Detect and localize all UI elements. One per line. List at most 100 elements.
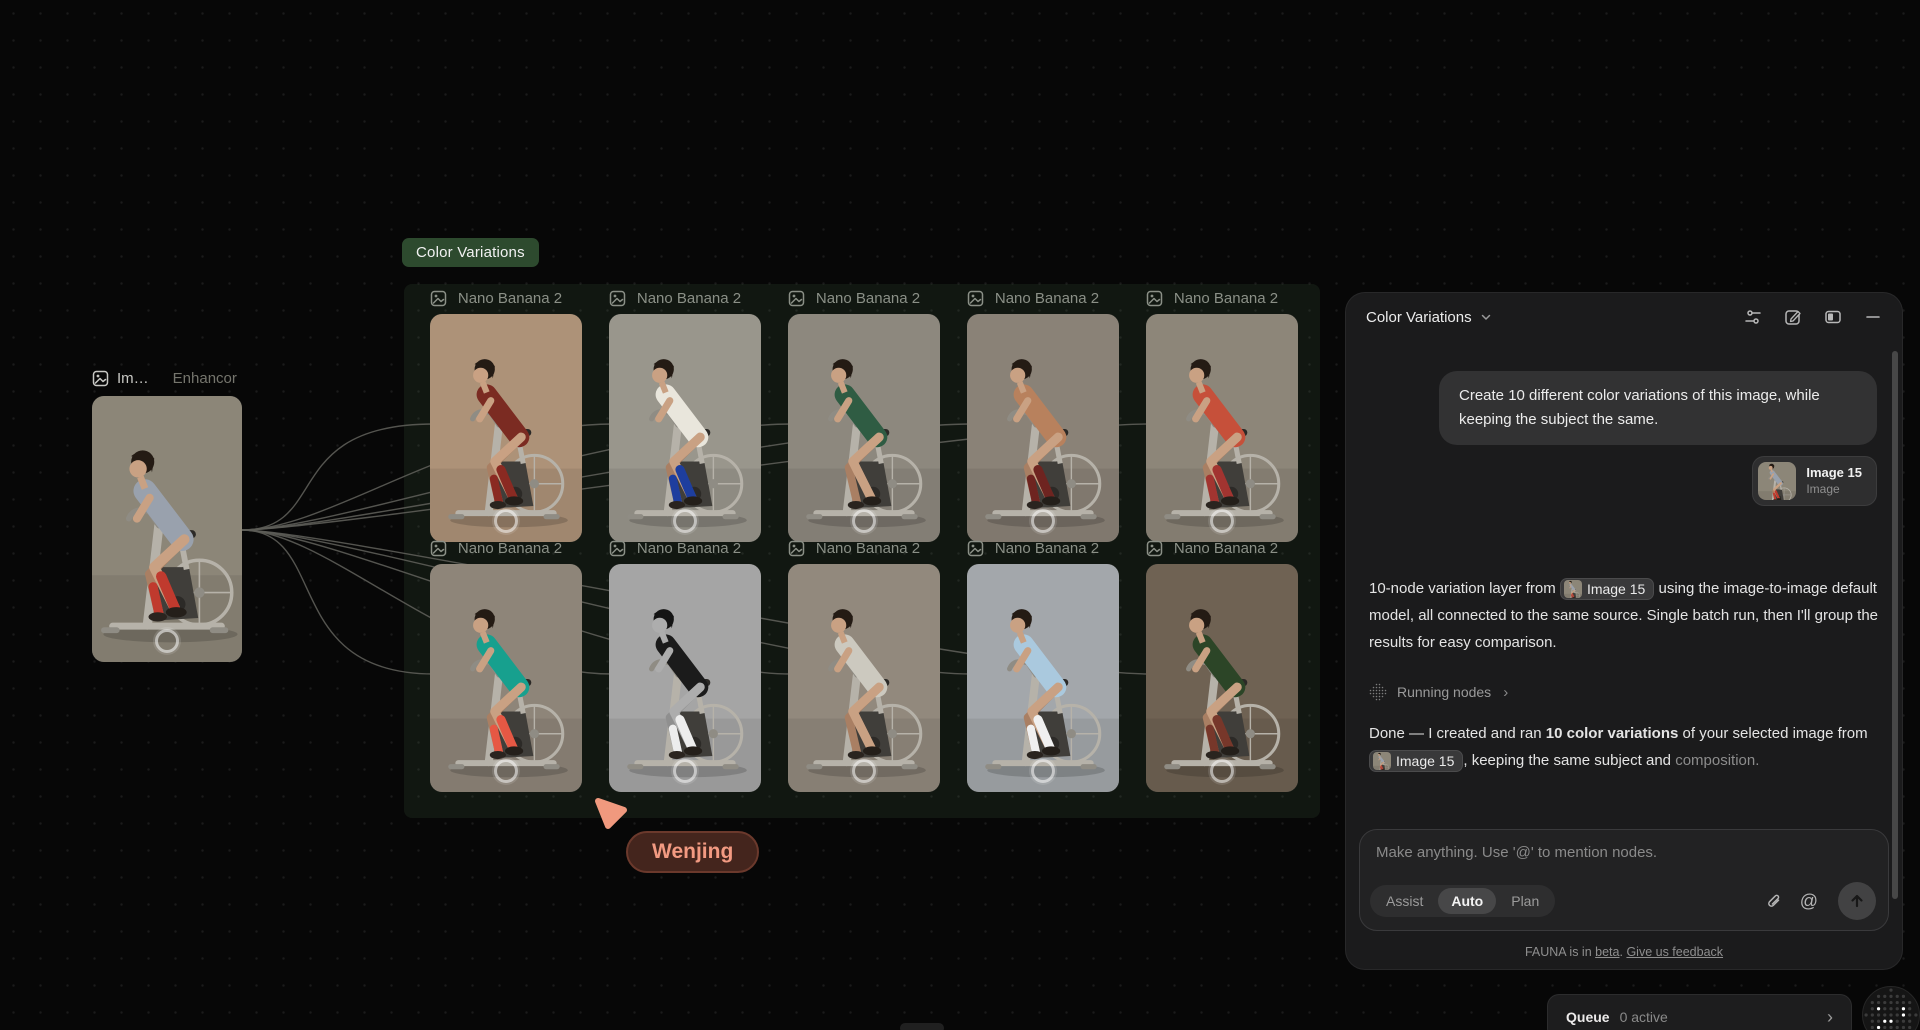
node-header: Nano Banana 2 — [430, 536, 582, 560]
loading-ring — [1031, 759, 1055, 783]
attach-file-icon[interactable] — [1765, 892, 1784, 911]
image-icon — [92, 370, 109, 387]
loading-ring — [1210, 759, 1234, 783]
assistant-message-1: 10-node variation layer from Image 15 us… — [1369, 575, 1889, 656]
source-node-image[interactable] — [92, 396, 242, 662]
image-reference-chip[interactable]: Image 15 — [1369, 750, 1463, 772]
running-nodes-label: Running nodes — [1397, 684, 1491, 700]
generation-node[interactable]: Nano Banana 2 — [1146, 536, 1298, 792]
mode-auto[interactable]: Auto — [1438, 888, 1496, 914]
image-icon — [1146, 290, 1163, 307]
node-image[interactable] — [788, 314, 940, 542]
new-chat-icon[interactable] — [1784, 308, 1802, 326]
peer-node-title: Enhancor — [173, 370, 237, 387]
generation-node[interactable]: Nano Banana 2 — [1146, 286, 1298, 542]
generation-node[interactable]: Nano Banana 2 — [609, 286, 761, 542]
group-label: Color Variations — [416, 244, 525, 261]
node-image[interactable] — [788, 564, 940, 792]
node-header: Nano Banana 2 — [788, 286, 940, 310]
loading-ring — [494, 759, 518, 783]
generation-node[interactable]: Nano Banana 2 — [788, 536, 940, 792]
queue-bar[interactable]: Queue 0 active › — [1547, 994, 1852, 1030]
image-icon — [609, 540, 626, 557]
toggle-sidebar-icon[interactable] — [1824, 308, 1842, 326]
chevron-right-icon: › — [1503, 684, 1508, 701]
spinner-icon — [1369, 683, 1387, 701]
attachment-title: Image 15 — [1806, 464, 1862, 481]
mode-segmented-control: Assist Auto Plan — [1370, 885, 1555, 917]
node-header: Nano Banana 2 — [1146, 286, 1298, 310]
image-icon — [788, 290, 805, 307]
minimize-icon[interactable] — [1864, 308, 1882, 326]
loading-ring — [155, 629, 179, 653]
node-image[interactable] — [1146, 564, 1298, 792]
collaborator-cursor-icon — [594, 797, 628, 831]
workflow-settings-icon[interactable] — [1744, 308, 1762, 326]
node-image[interactable] — [967, 564, 1119, 792]
generation-node[interactable]: Nano Banana 2 — [967, 536, 1119, 792]
loading-ring — [852, 759, 876, 783]
beta-link[interactable]: beta — [1595, 945, 1619, 959]
chat-input[interactable]: Make anything. Use '@' to mention nodes.… — [1359, 829, 1889, 931]
running-nodes-status[interactable]: Running nodes › — [1369, 683, 1508, 701]
node-image[interactable] — [430, 314, 582, 542]
group-label-badge[interactable]: Color Variations — [402, 238, 539, 267]
generation-node[interactable]: Nano Banana 2 — [430, 536, 582, 792]
panel-scrollbar[interactable] — [1892, 351, 1898, 899]
panel-footer: FAUNA is in beta. Give us feedback — [1346, 945, 1902, 959]
node-title: Nano Banana 2 — [1171, 540, 1298, 557]
chip-thumbnail — [1373, 752, 1391, 770]
node-header: Nano Banana 2 — [430, 286, 582, 310]
node-image[interactable] — [1146, 314, 1298, 542]
chevron-down-icon[interactable] — [1480, 311, 1492, 323]
send-button[interactable] — [1838, 882, 1876, 920]
node-image[interactable] — [430, 564, 582, 792]
feedback-link[interactable]: Give us feedback — [1626, 945, 1723, 959]
chip-thumbnail — [1564, 580, 1582, 598]
node-header: Nano Banana 2 — [609, 536, 761, 560]
loading-ring — [494, 509, 518, 533]
attached-image-chip[interactable]: Image 15 Image — [1752, 456, 1877, 506]
node-title: Nano Banana 2 — [634, 290, 761, 307]
panel-actions — [1744, 308, 1882, 326]
node-image[interactable] — [609, 314, 761, 542]
loading-ring — [1031, 509, 1055, 533]
node-title: Nano Banana 2 — [992, 540, 1119, 557]
collaborator-name: Wenjing — [652, 840, 733, 863]
node-header: Nano Banana 2 — [967, 286, 1119, 310]
fauna-canvas-app: Color Variations Im… Enhancor — [0, 0, 1920, 1030]
chat-input-placeholder: Make anything. Use '@' to mention nodes. — [1376, 844, 1874, 861]
loading-ring — [852, 509, 876, 533]
image-reference-chip[interactable]: Image 15 — [1560, 578, 1654, 600]
node-header: Nano Banana 2 — [967, 536, 1119, 560]
minimap-dots-button[interactable] — [1862, 986, 1920, 1030]
generation-node[interactable]: Nano Banana 2 — [967, 286, 1119, 542]
generation-node[interactable]: Nano Banana 2 — [788, 286, 940, 542]
bottom-edge-sliver — [900, 1023, 944, 1030]
loading-ring — [1210, 509, 1234, 533]
chat-panel: Color Variations Create 1 — [1345, 292, 1903, 970]
queue-label: Queue — [1566, 1009, 1610, 1025]
node-title: Nano Banana 2 — [992, 290, 1119, 307]
generation-node[interactable]: Nano Banana 2 — [430, 286, 582, 542]
chevron-right-icon: › — [1827, 1007, 1833, 1028]
mode-assist[interactable]: Assist — [1373, 888, 1436, 914]
node-image[interactable] — [609, 564, 761, 792]
mode-plan[interactable]: Plan — [1498, 888, 1552, 914]
image-icon — [430, 540, 447, 557]
node-image[interactable] — [967, 314, 1119, 542]
mention-icon[interactable]: @ — [1800, 892, 1818, 911]
loading-ring — [673, 509, 697, 533]
node-title: Nano Banana 2 — [634, 540, 761, 557]
node-header: Nano Banana 2 — [788, 536, 940, 560]
collaborator-name-badge: Wenjing — [626, 831, 759, 873]
source-node-header: Im… Enhancor — [92, 366, 242, 390]
image-icon — [1146, 540, 1163, 557]
image-icon — [609, 290, 626, 307]
source-image-node[interactable]: Im… Enhancor — [92, 366, 242, 662]
generation-node[interactable]: Nano Banana 2 — [609, 536, 761, 792]
chat-panel-header: Color Variations — [1346, 293, 1902, 341]
attachment-subtitle: Image — [1806, 481, 1862, 498]
image-icon — [967, 290, 984, 307]
node-header: Nano Banana 2 — [1146, 536, 1298, 560]
